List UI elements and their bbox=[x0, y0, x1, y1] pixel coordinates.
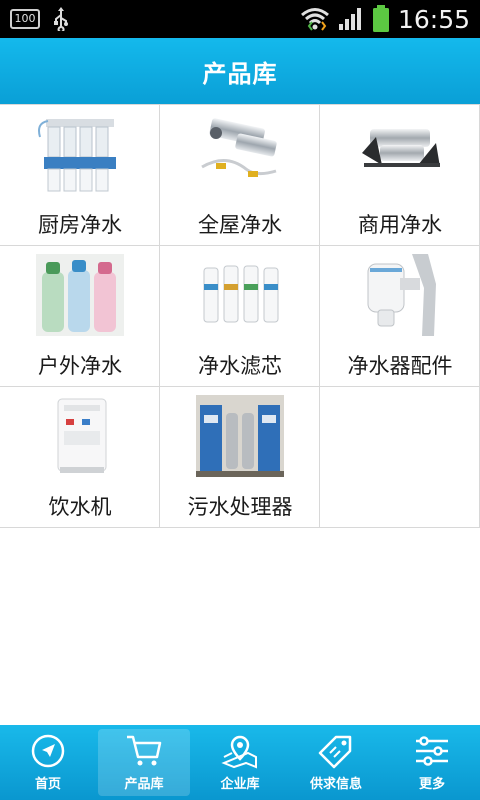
category-water-dispenser[interactable]: 饮水机 bbox=[0, 387, 160, 528]
category-label: 商用净水 bbox=[358, 213, 442, 237]
commercial-filter-image bbox=[362, 129, 440, 167]
nav-supply-demand[interactable]: 供求信息 bbox=[288, 725, 384, 800]
nav-label: 企业库 bbox=[220, 777, 260, 792]
tag-icon bbox=[318, 735, 352, 769]
category-label: 户外净水 bbox=[38, 354, 122, 378]
wifi-icon bbox=[300, 8, 329, 31]
category-outdoor-water[interactable]: 户外净水 bbox=[0, 246, 160, 387]
cart-icon bbox=[127, 735, 162, 766]
page-title: 产品库 bbox=[202, 59, 278, 88]
sliders-icon bbox=[416, 736, 448, 766]
category-label: 全屋净水 bbox=[198, 213, 282, 237]
compass-icon bbox=[31, 734, 65, 768]
water-bottles-image bbox=[36, 254, 124, 336]
nav-label: 供求信息 bbox=[309, 777, 362, 792]
nav-home[interactable]: 首页 bbox=[0, 725, 96, 800]
category-whole-house-water[interactable]: 全屋净水 bbox=[160, 105, 320, 246]
battery-level-icon: 100 bbox=[10, 9, 40, 29]
whole-house-filter-image bbox=[201, 118, 277, 177]
battery-icon bbox=[372, 5, 389, 32]
status-time: 16:55 bbox=[397, 4, 470, 34]
water-dispenser-image bbox=[57, 398, 107, 473]
filter-cartridges-image bbox=[203, 265, 279, 323]
category-label: 净水器配件 bbox=[347, 354, 453, 378]
category-kitchen-water[interactable]: 厨房净水 bbox=[0, 105, 160, 246]
nav-more[interactable]: 更多 bbox=[384, 725, 480, 800]
usb-icon bbox=[54, 7, 68, 31]
bottom-nav: 首页 产品库 企业库 供求信息 更多 bbox=[0, 725, 480, 800]
nav-label: 更多 bbox=[418, 777, 445, 792]
category-purifier-accessories[interactable]: 净水器配件 bbox=[320, 246, 480, 387]
nav-products[interactable]: 产品库 bbox=[96, 725, 192, 800]
nav-companies[interactable]: 企业库 bbox=[192, 725, 288, 800]
sewage-treatment-image bbox=[196, 395, 284, 477]
nav-label: 首页 bbox=[34, 777, 61, 792]
status-bar: 100 16:55 bbox=[0, 0, 480, 38]
category-commercial-water[interactable]: 商用净水 bbox=[320, 105, 480, 246]
map-icon bbox=[221, 735, 257, 769]
empty-cell bbox=[320, 387, 480, 528]
faucet-filter-image bbox=[367, 254, 436, 336]
nav-label: 产品库 bbox=[124, 777, 164, 792]
app-header: 产品库 bbox=[0, 38, 480, 104]
signal-icon bbox=[338, 8, 361, 30]
category-grid: 厨房净水 全屋净水 商用净水 户外净水 净水滤芯 净水器配件 饮水机 污水处理器 bbox=[0, 104, 480, 528]
category-filter-cartridges[interactable]: 净水滤芯 bbox=[160, 246, 320, 387]
category-label: 厨房净水 bbox=[38, 213, 122, 237]
category-label: 污水处理器 bbox=[187, 495, 293, 519]
category-sewage-treatment[interactable]: 污水处理器 bbox=[160, 387, 320, 528]
category-label: 净水滤芯 bbox=[198, 354, 282, 378]
category-label: 饮水机 bbox=[48, 495, 112, 519]
ro-filter-system-image bbox=[38, 119, 116, 192]
